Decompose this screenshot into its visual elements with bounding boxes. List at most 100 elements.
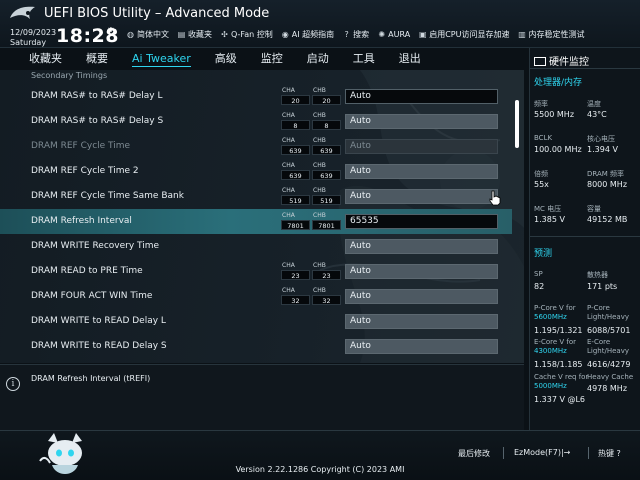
- ai-overclock-icon: ◉: [281, 30, 289, 39]
- monitor-icon: [534, 57, 546, 66]
- setting-row-ras-to-ras-l[interactable]: DRAM RAS# to RAS# Delay L CHA 20 CHB 20 Au…: [0, 84, 512, 109]
- cpu-memory-heading: 处理器/内存: [534, 78, 583, 88]
- setting-row-write-recovery[interactable]: DRAM WRITE Recovery Time Auto: [0, 234, 512, 259]
- pcore-v-label: P-Core V for: [534, 304, 576, 312]
- chb-readout: CHB 7801: [312, 211, 341, 230]
- setting-value-input[interactable]: 65535: [345, 214, 498, 229]
- toolbar-rebar-button[interactable]: ▣ 启用CPU访问显存加速: [418, 29, 510, 40]
- clock-settings-icon[interactable]: ⚙: [106, 25, 116, 38]
- ecore-lh-value: 4616/4279: [587, 360, 631, 369]
- ecore-lh-label: E-Core Light/Heavy: [587, 338, 629, 355]
- scrollbar-thumb[interactable]: [515, 100, 519, 148]
- menu-ai-tweaker[interactable]: Ai Tweaker: [132, 48, 191, 70]
- cha-value: 639: [281, 170, 310, 180]
- setting-row-ras-to-ras-s[interactable]: DRAM RAS# to RAS# Delay S CHA 8 CHB 8 Auto: [0, 109, 512, 134]
- setting-label: DRAM REF Cycle Time 2: [31, 166, 139, 176]
- chb-readout: CHB 639: [312, 161, 341, 180]
- ratio-label: 倍频: [534, 170, 548, 178]
- setting-value-input[interactable]: Auto: [345, 314, 498, 329]
- chb-readout: CHB 519: [312, 186, 341, 205]
- toolbar-label: 启用CPU访问显存加速: [429, 30, 510, 39]
- chb-label: CHB: [313, 137, 326, 144]
- temp-label: 温度: [587, 100, 601, 108]
- bclk-value: 100.00 MHz: [534, 145, 582, 154]
- dram-freq-label: DRAM 频率: [587, 170, 625, 178]
- setting-row-ref-cycle-time-2[interactable]: DRAM REF Cycle Time 2 CHA 639 CHB 639 Auto: [0, 159, 512, 184]
- menu-favorites[interactable]: 收藏夹: [29, 48, 62, 70]
- cha-readout: CHA 23: [281, 261, 310, 280]
- cha-value: 8: [281, 120, 310, 130]
- window-title: UEFI BIOS Utility – Advanced Mode: [44, 6, 270, 21]
- chb-value: 32: [312, 295, 341, 305]
- capacity-value: 49152 MB: [587, 215, 628, 224]
- sp-value: 82: [534, 282, 545, 291]
- ecore-v-value: 1.158/1.185: [534, 360, 583, 369]
- menu-boot[interactable]: 启动: [307, 48, 329, 70]
- info-icon: i: [6, 377, 20, 391]
- setting-value-input[interactable]: Auto: [345, 339, 498, 354]
- rog-logo-icon: [10, 6, 35, 19]
- setting-value-input[interactable]: Auto: [345, 189, 498, 204]
- chb-readout: CHB 20: [312, 86, 341, 105]
- chb-value: 639: [312, 170, 341, 180]
- toolbar-ai-overclock-button[interactable]: ◉ AI 超频指南: [281, 29, 334, 40]
- chb-value: 23: [312, 270, 341, 280]
- setting-value-input[interactable]: Auto: [345, 164, 498, 179]
- setting-row-ref-cycle-same-bank[interactable]: DRAM REF Cycle Time Same Bank CHA 519 CHB…: [0, 184, 512, 209]
- menu-exit[interactable]: 退出: [399, 48, 421, 70]
- main-menu: 收藏夹 概要 Ai Tweaker 高级 监控 启动 工具 退出: [0, 48, 528, 70]
- monitor-title-text: 硬件监控: [549, 57, 589, 68]
- prediction-heading: 预测: [534, 249, 553, 259]
- menu-tool[interactable]: 工具: [353, 48, 375, 70]
- chb-value: 519: [312, 195, 341, 205]
- chb-value: 639: [312, 145, 341, 155]
- setting-label: DRAM WRITE Recovery Time: [31, 241, 160, 251]
- setting-value-input[interactable]: Auto: [345, 239, 498, 254]
- setting-row-write-to-read-s[interactable]: DRAM WRITE to READ Delay S Auto: [0, 334, 512, 359]
- menu-main[interactable]: 概要: [86, 48, 108, 70]
- toolbar-label: 简体中文: [137, 30, 169, 39]
- footer-divider: [503, 447, 504, 459]
- toolbar-search-button[interactable]: ? 搜索: [342, 29, 370, 40]
- ecore-v-label: E-Core V for: [534, 338, 577, 346]
- temp-value: 43°C: [587, 110, 607, 119]
- last-modified-button[interactable]: 最后修改: [458, 448, 490, 459]
- toolbar-language-button[interactable]: ◍ 简体中文: [126, 29, 169, 40]
- toolbar-aura-button[interactable]: ✺ AURA: [377, 29, 410, 40]
- hotkeys-button[interactable]: 热键 ?: [598, 448, 621, 459]
- chb-label: CHB: [313, 162, 326, 169]
- menu-advanced[interactable]: 高级: [215, 48, 237, 70]
- setting-row-four-act-win[interactable]: DRAM FOUR ACT WIN Time CHA 32 CHB 32 Auto: [0, 284, 512, 309]
- chb-value: 20: [312, 95, 341, 105]
- setting-row-read-to-pre[interactable]: DRAM READ to PRE Time CHA 23 CHB 23 Auto: [0, 259, 512, 284]
- ez-mode-button[interactable]: EzMode(F7)|→: [514, 448, 570, 457]
- setting-value-input[interactable]: Auto: [345, 114, 498, 129]
- setting-label: DRAM READ to PRE Time: [31, 266, 143, 276]
- search-icon: ?: [344, 30, 349, 39]
- setting-row-refresh-interval[interactable]: DRAM Refresh Interval CHA 7801 CHB 7801 65…: [0, 209, 512, 234]
- chb-label: CHB: [313, 212, 326, 219]
- cha-value: 20: [281, 95, 310, 105]
- pcore-lh-value: 6088/5701: [587, 326, 631, 335]
- monitor-title: 硬件监控: [534, 53, 589, 68]
- setting-value-input[interactable]: Auto: [345, 289, 498, 304]
- cha-readout: CHA 8: [281, 111, 310, 130]
- cha-readout: CHA 519: [281, 186, 310, 205]
- toolbar-favorites-button[interactable]: ▤ 收藏夹: [177, 29, 212, 40]
- toolbar-label: 收藏夹: [188, 30, 212, 39]
- ratio-value: 55x: [534, 180, 549, 189]
- pcore-lh-label: P-Core Light/Heavy: [587, 304, 629, 321]
- setting-row-write-to-read-l[interactable]: DRAM WRITE to READ Delay L Auto: [0, 309, 512, 334]
- chb-label: CHB: [313, 187, 326, 194]
- help-panel: i DRAM Refresh Interval (tREFI): [0, 364, 524, 430]
- setting-label: DRAM RAS# to RAS# Delay L: [31, 91, 163, 101]
- toolbar-qfan-button[interactable]: ✣ Q-Fan 控制: [220, 29, 273, 40]
- vcore-label: 核心电压: [587, 135, 615, 143]
- toolbar-memtest-button[interactable]: ▥ 内存稳定性测试: [517, 29, 584, 40]
- freq-value: 5500 MHz: [534, 110, 575, 119]
- menu-monitor[interactable]: 监控: [261, 48, 283, 70]
- setting-value-input[interactable]: Auto: [345, 89, 498, 104]
- cha-label: CHA: [282, 162, 295, 169]
- chb-label: CHB: [313, 287, 326, 294]
- setting-value-input[interactable]: Auto: [345, 264, 498, 279]
